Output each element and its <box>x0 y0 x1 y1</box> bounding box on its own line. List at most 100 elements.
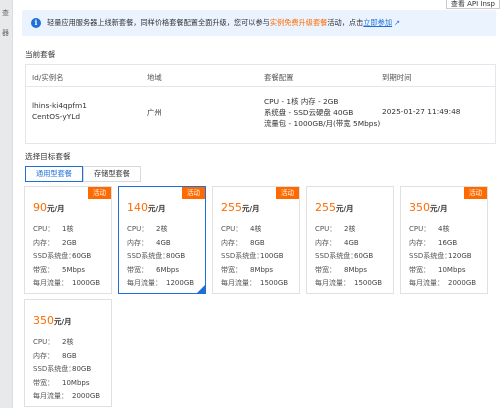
spec-traffic: 每月流量： 1000GB <box>33 277 100 291</box>
spec-label: 每月流量： <box>127 279 162 287</box>
spec-label: 带宽： <box>33 378 54 387</box>
promo-badge: 活动 <box>275 187 299 199</box>
tab-general[interactable]: 通用型套餐 <box>25 166 83 182</box>
spec-value: 5Mbps <box>62 265 86 274</box>
spec-value: 2核 <box>344 225 356 233</box>
notice-banner: i 轻量应用服务器上线新套餐，同样价格套餐配置全面升级，您可以参与 实例免费升级… <box>22 10 496 36</box>
spec-disk: SSD系统盘：60GB <box>315 250 382 264</box>
tab-storage[interactable]: 存储型套餐 <box>82 166 141 182</box>
config-line: 系统盘 - SSD云硬盘 40GB <box>264 108 354 117</box>
config-line: CPU - 1核 内存 - 2GB <box>264 97 339 106</box>
spec-value: 6Mbps <box>156 265 180 274</box>
spec-disk: SSD系统盘：60GB <box>33 250 100 264</box>
price-value: 90 <box>33 201 47 214</box>
instance-name: CentOS-yYLd <box>32 112 81 121</box>
spec-label: 每月流量： <box>33 392 68 400</box>
spec-label: 每月流量： <box>33 279 68 287</box>
spec-bandwidth: 带宽： 8Mbps <box>221 264 288 278</box>
spec-disk: SSD系统盘：80GB <box>33 363 100 377</box>
spec-label: CPU： <box>315 225 337 233</box>
selected-check-icon <box>197 285 205 293</box>
plan-type-tabs: 通用型套餐 存储型套餐 <box>25 166 141 182</box>
current-plan-title: 当前套餐 <box>25 50 56 59</box>
promo-badge: 活动 <box>87 187 111 199</box>
header-region: 地域 <box>147 73 162 82</box>
spec-label: 每月流量： <box>221 279 256 287</box>
plan-card[interactable]: 活动 255元/月 CPU： 4核 内存： 8GB SSD系统盘：100GB 带宽：… <box>212 186 300 294</box>
spec-label: 内存： <box>221 238 242 247</box>
spec-value: 80GB <box>166 252 186 260</box>
plan-card[interactable]: 活动 140元/月 CPU： 2核 内存： 4GB SSD系统盘：80GB 带宽： 6… <box>118 186 206 294</box>
spec-cpu: CPU： 1核 <box>33 223 100 237</box>
plan-card[interactable]: 活动 90元/月 CPU： 1核 内存： 2GB SSD系统盘：60GB 带宽： 5M… <box>24 186 112 294</box>
price-unit: 元/月 <box>148 204 166 213</box>
spec-value: 1000GB <box>72 279 101 287</box>
left-strip-text: 查 <box>2 9 9 17</box>
spec-value: 4核 <box>250 225 262 233</box>
spec-label: SSD系统盘： <box>127 252 170 260</box>
plan-specs: CPU： 2核 内存： 8GB SSD系统盘：80GB 带宽： 10Mbps 每月流量… <box>33 336 100 404</box>
spec-disk: SSD系统盘：120GB <box>409 250 476 264</box>
spec-traffic: 每月流量： 1500GB <box>315 277 382 291</box>
spec-memory: 内存： 4GB <box>315 237 382 251</box>
spec-label: CPU： <box>221 225 243 233</box>
promo-badge: 活动 <box>181 187 205 199</box>
table-row: lhins-ki4qpfm1 CentOS-yYLd 广州 CPU - 1核 内… <box>26 87 495 143</box>
spec-label: 内存： <box>409 238 430 247</box>
spec-value: 8GB <box>62 351 77 360</box>
spec-value: 60GB <box>72 252 92 260</box>
instance-id: lhins-ki4qpfm1 <box>32 101 87 110</box>
spec-label: 带宽： <box>221 265 242 274</box>
spec-traffic: 每月流量： 2000GB <box>33 390 100 404</box>
plan-card[interactable]: 255元/月 CPU： 2核 内存： 4GB SSD系统盘：60GB 带宽： 8Mbp… <box>306 186 394 294</box>
spec-memory: 内存： 8GB <box>33 350 100 364</box>
spec-memory: 内存： 4GB <box>127 237 194 251</box>
spec-value: 4GB <box>156 238 171 247</box>
spec-cpu: CPU： 4核 <box>409 223 476 237</box>
plan-card[interactable]: 350元/月 CPU： 2核 内存： 8GB SSD系统盘：80GB 带宽： 10Mb… <box>24 299 112 407</box>
plan-specs: CPU： 1核 内存： 2GB SSD系统盘：60GB 带宽： 5Mbps 每月流量：… <box>33 223 100 291</box>
plan-price: 255元/月 <box>221 201 259 214</box>
plan-card[interactable]: 活动 350元/月 CPU： 4核 内存： 16GB SSD系统盘：120GB 带宽… <box>400 186 488 294</box>
info-icon: i <box>31 18 41 28</box>
spec-value: 2000GB <box>72 392 101 400</box>
promo-badge: 活动 <box>463 187 487 199</box>
spec-value: 2000GB <box>448 279 477 287</box>
spec-value: 8Mbps <box>250 265 274 274</box>
plan-specs: CPU： 4核 内存： 8GB SSD系统盘：100GB 带宽： 8Mbps 每月流量… <box>221 223 288 291</box>
spec-label: SSD系统盘： <box>221 252 264 260</box>
api-inspector-tab[interactable]: 查看 API Insp <box>445 0 500 9</box>
header-id: Id/实例名 <box>32 73 64 82</box>
spec-label: 带宽： <box>315 265 336 274</box>
spec-label: SSD系统盘： <box>33 365 76 373</box>
spec-value: 10Mbps <box>62 378 90 387</box>
spec-label: CPU： <box>409 225 431 233</box>
spec-label: 每月流量： <box>409 279 444 287</box>
spec-value: 4GB <box>344 238 359 247</box>
spec-cpu: CPU： 4核 <box>221 223 288 237</box>
spec-value: 16GB <box>438 238 458 247</box>
price-value: 140 <box>127 201 148 214</box>
price-value: 350 <box>409 201 430 214</box>
price-unit: 元/月 <box>430 204 448 213</box>
price-unit: 元/月 <box>54 317 72 326</box>
notice-highlight[interactable]: 实例免费升级套餐 <box>270 18 328 28</box>
join-now-link[interactable]: 立即参加 <box>363 18 392 28</box>
table-header: Id/实例名 地域 套餐配置 到期时间 <box>26 65 495 87</box>
spec-value: 8Mbps <box>344 265 368 274</box>
spec-value: 8GB <box>250 238 265 247</box>
spec-value: 60GB <box>354 252 374 260</box>
spec-traffic: 每月流量： 1500GB <box>221 277 288 291</box>
left-edge-strip: 查 器 <box>0 0 13 408</box>
spec-label: CPU： <box>33 338 55 346</box>
notice-text-after: 活动，点击 <box>327 18 364 27</box>
spec-value: 4核 <box>438 225 450 233</box>
external-link-icon[interactable]: ↗ <box>394 19 400 27</box>
spec-cpu: CPU： 2核 <box>127 223 194 237</box>
plan-price: 90元/月 <box>33 201 64 214</box>
spec-label: 带宽： <box>33 265 54 274</box>
plan-specs: CPU： 2核 内存： 4GB SSD系统盘：60GB 带宽： 8Mbps 每月流量：… <box>315 223 382 291</box>
spec-label: SSD系统盘： <box>409 252 452 260</box>
spec-label: 每月流量： <box>315 279 350 287</box>
spec-label: 带宽： <box>127 265 148 274</box>
